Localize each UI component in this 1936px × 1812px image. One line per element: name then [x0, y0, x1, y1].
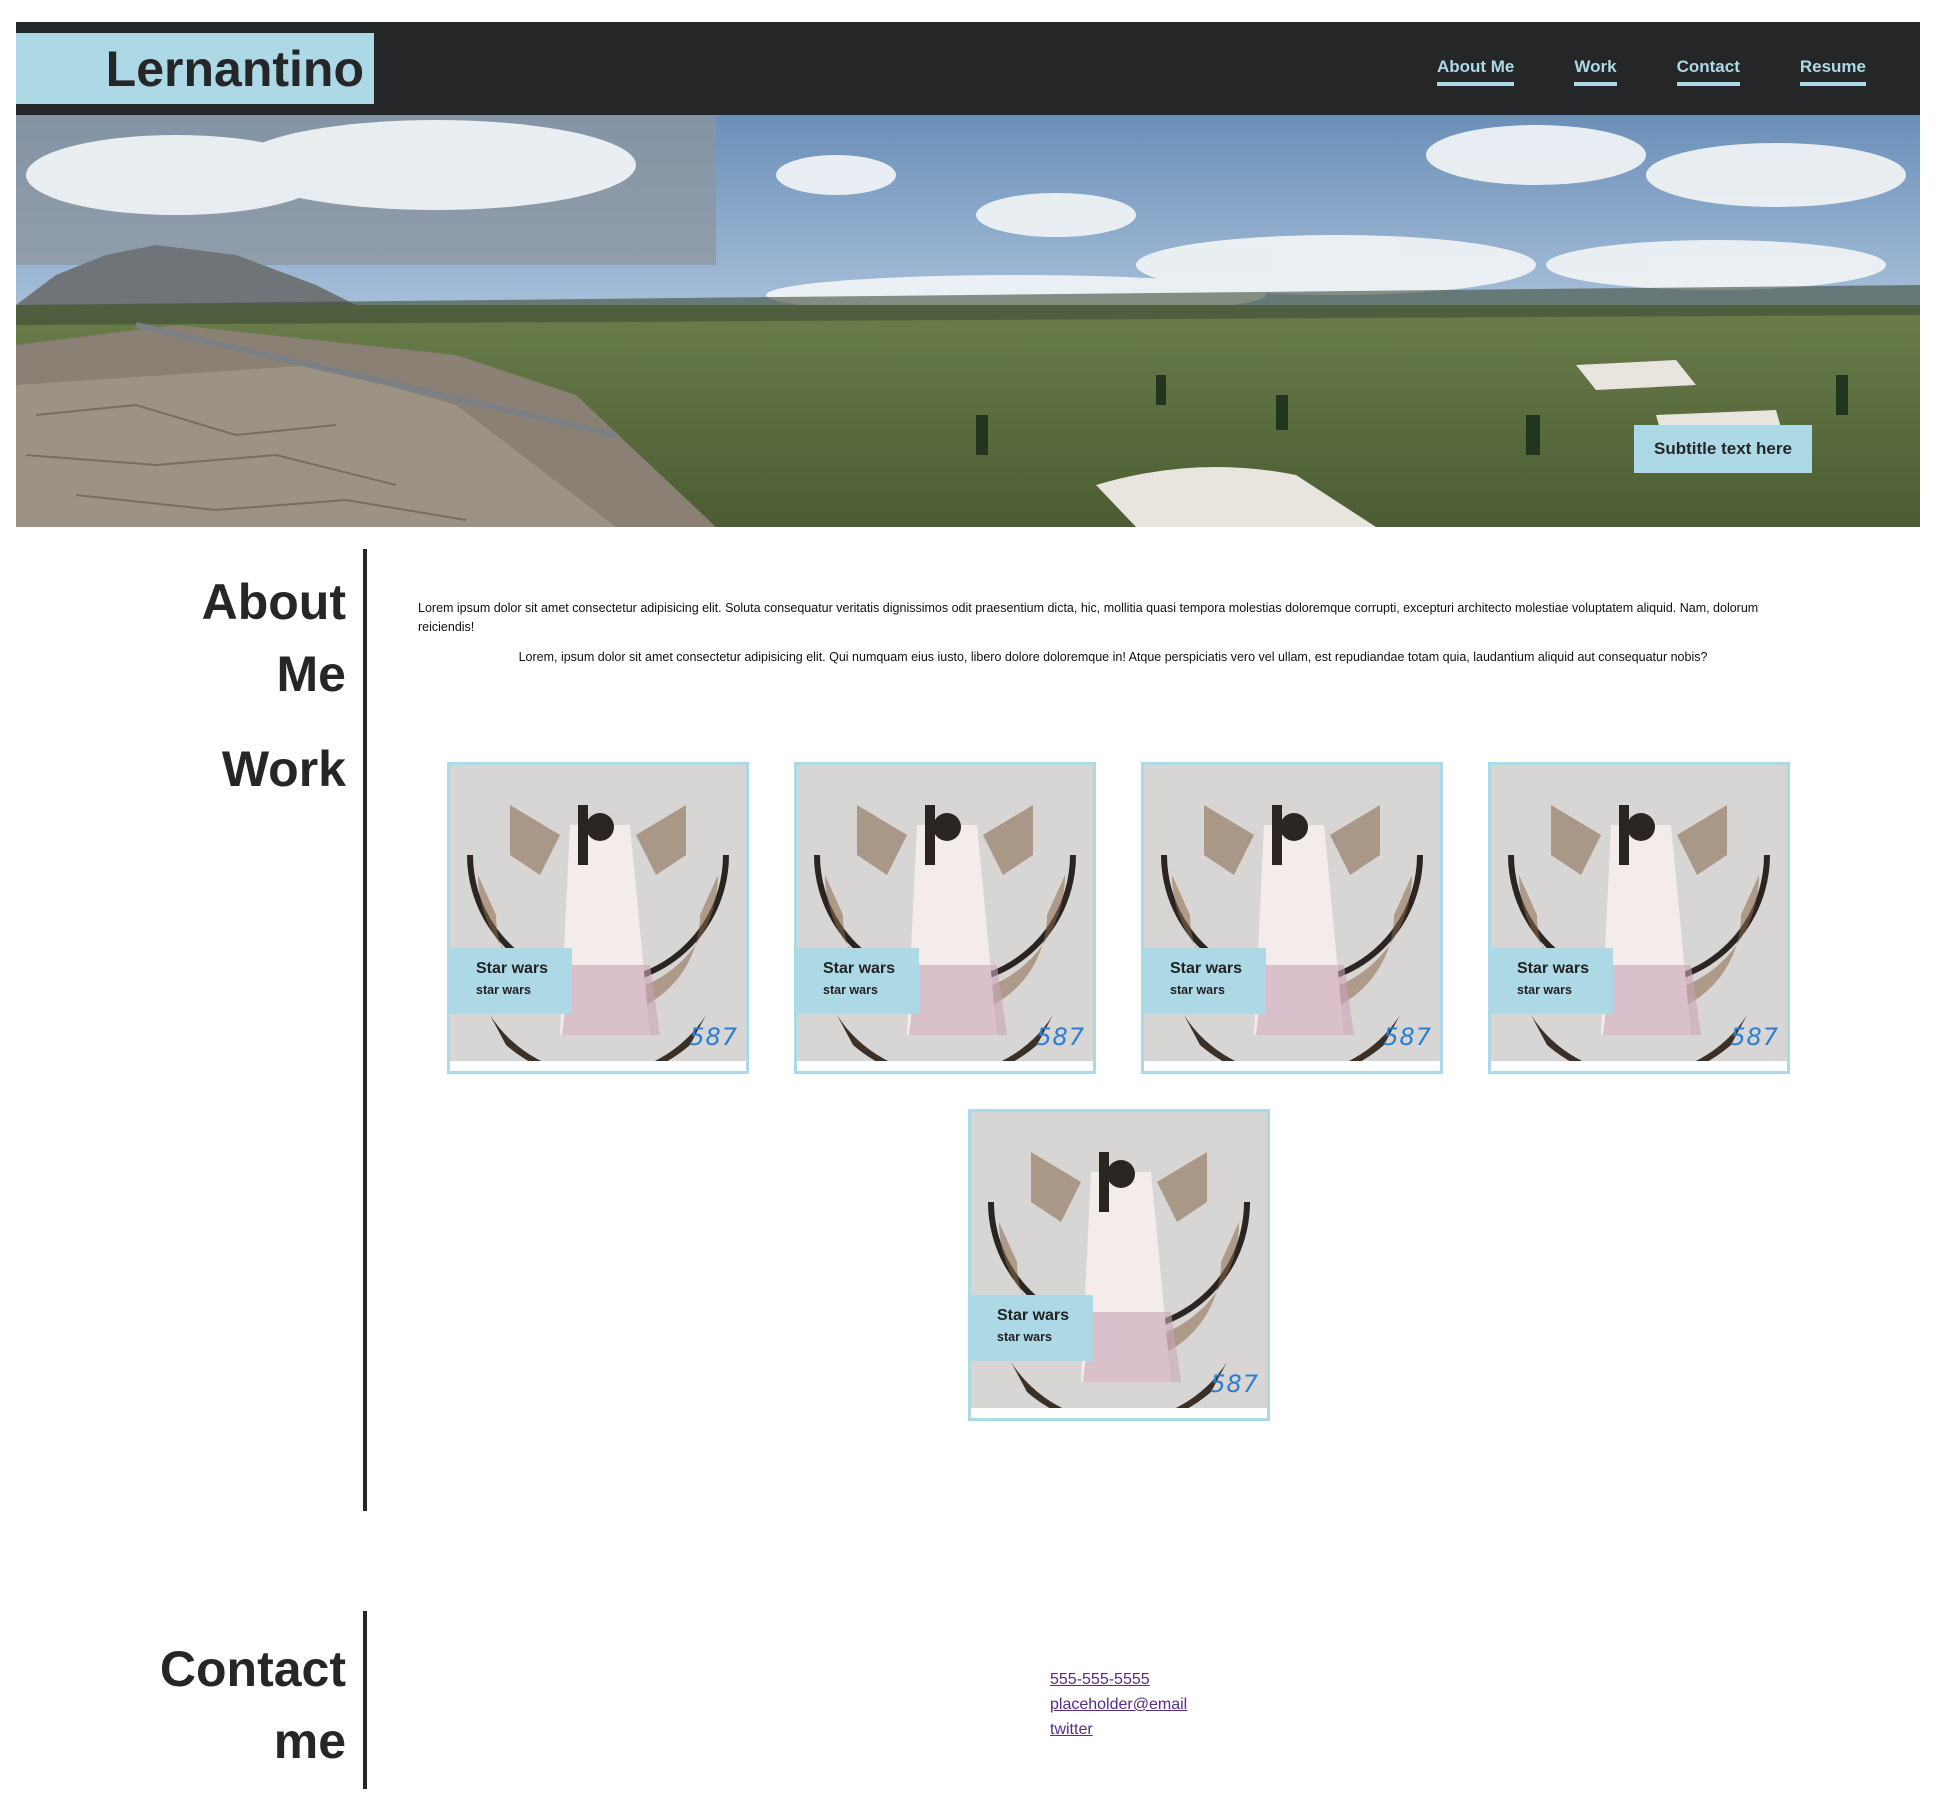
nav-resume[interactable]: Resume	[1799, 57, 1866, 86]
work-card[interactable]: Star wars star wars 587	[968, 1109, 1270, 1421]
work-card-badge: 587	[1383, 1023, 1432, 1051]
work-card-badge: 587	[1036, 1023, 1085, 1051]
work-card-subtitle: star wars	[823, 983, 878, 997]
work-card-badge: 587	[1210, 1370, 1259, 1398]
about-paragraph-2: Lorem, ipsum dolor sit amet consectetur …	[518, 650, 1708, 664]
work-card-title: Star wars	[823, 960, 896, 977]
work-card-subtitle: star wars	[1170, 983, 1225, 997]
work-card-subtitle: star wars	[476, 983, 531, 997]
nav-about-me[interactable]: About Me	[1436, 57, 1515, 86]
about-body: Lorem ipsum dolor sit amet consectetur a…	[418, 599, 1808, 678]
contact-divider	[363, 1611, 367, 1789]
hero-subtitle: Subtitle text here	[1634, 425, 1812, 473]
about-section: About Me Lorem ipsum dolor sit amet cons…	[16, 527, 1920, 719]
work-card-title: Star wars	[1170, 960, 1243, 977]
work-card-image	[797, 765, 1093, 1061]
site-header: Lernantino About Me Work Contact Resume	[16, 22, 1920, 115]
nav-contact[interactable]: Contact	[1676, 57, 1740, 86]
phone-link[interactable]: 555-555-5555	[1050, 1667, 1187, 1692]
contact-title-line2: me	[273, 1713, 346, 1769]
about-paragraph-1: Lorem ipsum dolor sit amet consectetur a…	[418, 601, 1759, 634]
work-card-title: Star wars	[997, 1307, 1070, 1324]
email-link[interactable]: placeholder@email	[1050, 1692, 1187, 1717]
work-card-image	[450, 765, 746, 1061]
work-card[interactable]: Star wars star wars 587	[1141, 762, 1443, 1074]
work-card-image	[1491, 765, 1787, 1061]
hero-banner: Subtitle text here	[16, 115, 1920, 527]
brand-logo[interactable]: Lernantino	[16, 33, 374, 104]
nav-work[interactable]: Work	[1574, 57, 1617, 86]
about-divider	[363, 549, 367, 719]
work-card-label: Star wars star wars	[1491, 948, 1613, 1014]
work-card-label: Star wars star wars	[797, 948, 919, 1014]
work-card-label: Star wars star wars	[1144, 948, 1266, 1014]
work-section: Work Star wars star wars 587 Star wars star …	[16, 709, 1920, 1609]
contact-title: Contact me	[160, 1633, 346, 1777]
main-nav: About Me Work Contact Resume	[1377, 57, 1866, 86]
work-card-title: Star wars	[1517, 960, 1590, 977]
work-divider	[363, 711, 367, 1511]
work-card-label: Star wars star wars	[971, 1295, 1093, 1361]
page: Lernantino About Me Work Contact Resume	[16, 22, 1920, 1809]
work-card-subtitle: star wars	[1517, 983, 1572, 997]
work-card[interactable]: Star wars star wars 587	[1488, 762, 1790, 1074]
work-title: Work	[221, 741, 346, 797]
work-card[interactable]: Star wars star wars 587	[794, 762, 1096, 1074]
work-card[interactable]: Star wars star wars 587	[447, 762, 749, 1074]
contact-links: 555-555-5555 placeholder@email twitter	[1050, 1667, 1187, 1742]
twitter-link[interactable]: twitter	[1050, 1717, 1187, 1742]
work-card-badge: 587	[1730, 1023, 1779, 1051]
work-card-image	[971, 1112, 1267, 1408]
contact-section: Contact me 555-555-5555 placeholder@emai…	[16, 1609, 1920, 1809]
work-card-subtitle: star wars	[997, 1330, 1052, 1344]
work-card-title: Star wars	[476, 960, 549, 977]
contact-title-line1: Contact	[159, 1641, 346, 1697]
work-card-label: Star wars star wars	[450, 948, 572, 1014]
about-title: About Me	[202, 566, 346, 710]
about-title-line2: Me	[276, 646, 346, 702]
work-card-badge: 587	[689, 1023, 738, 1051]
work-card-image	[1144, 765, 1440, 1061]
about-title-line1: About	[201, 574, 346, 630]
